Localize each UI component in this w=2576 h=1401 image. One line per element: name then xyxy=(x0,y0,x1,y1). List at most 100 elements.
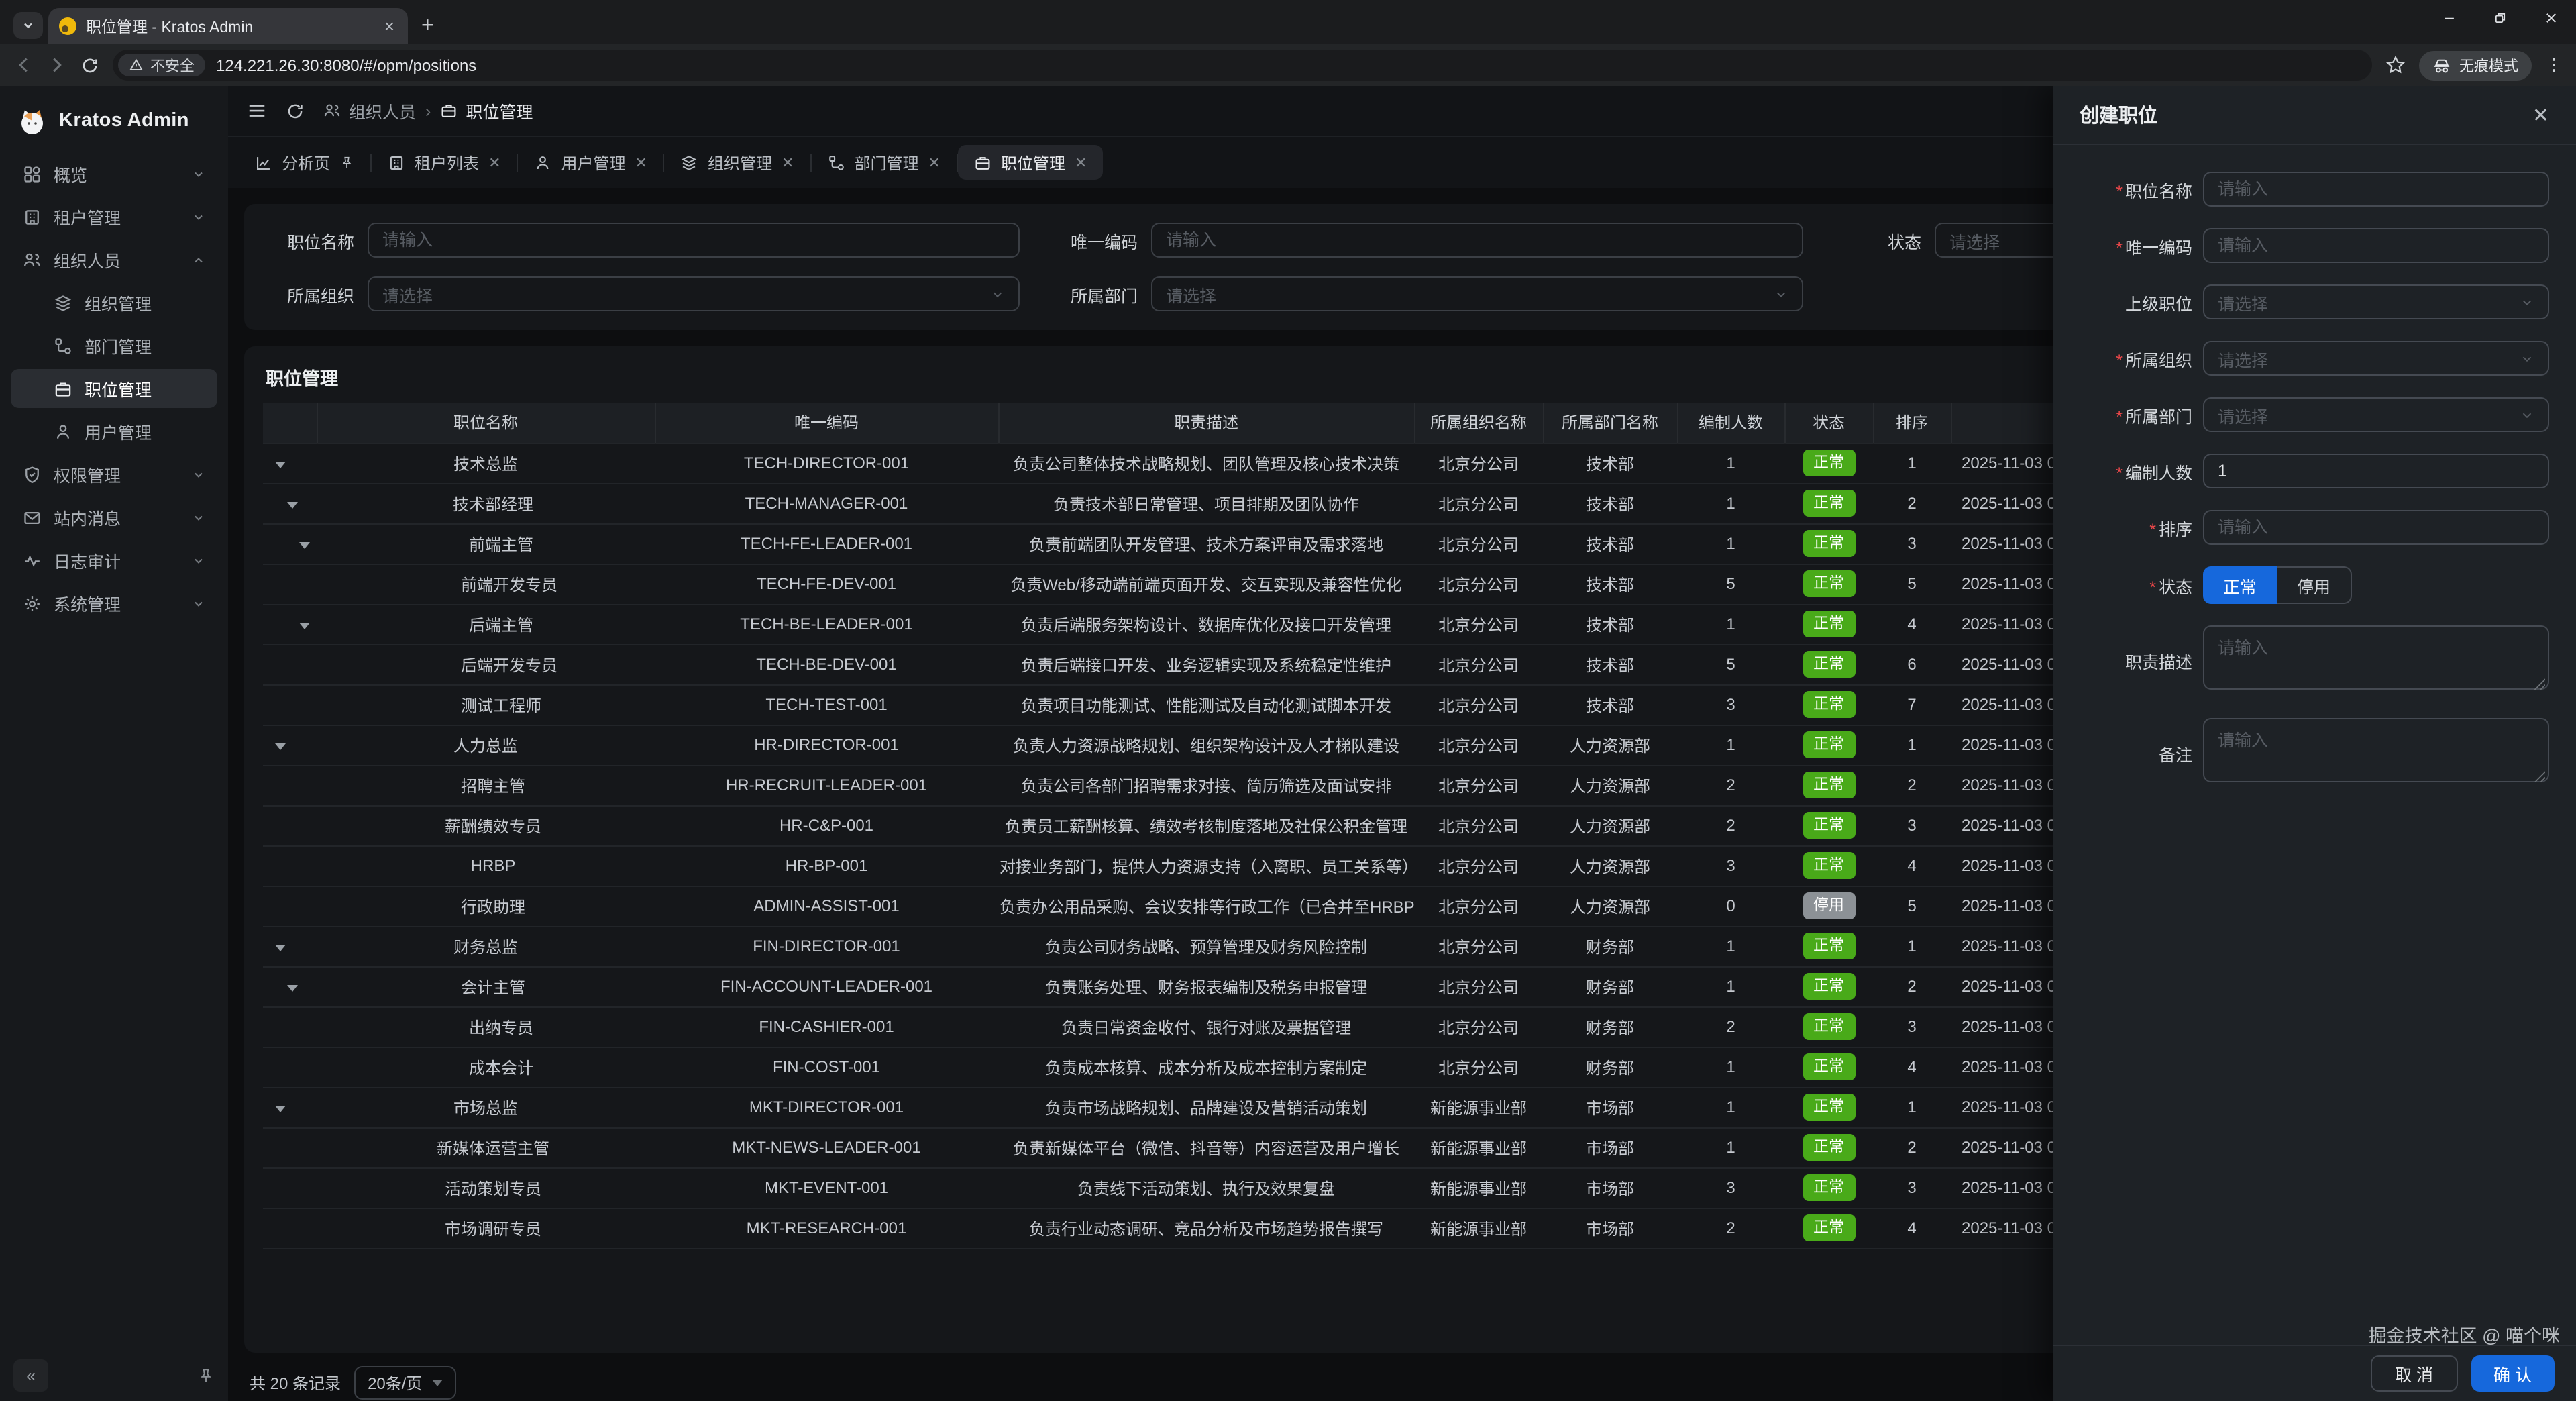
tab-close-icon[interactable]: × xyxy=(382,17,397,35)
table-row[interactable]: 活动策划专员 MKT-EVENT-001 负责线下活动策划、执行及效果复盘 新能… xyxy=(263,1168,2219,1208)
confirm-button[interactable]: 确 认 xyxy=(2471,1355,2555,1392)
table-row[interactable]: 出纳专员 FIN-CASHIER-001 负责日常资金收付、银行对账及票据管理 … xyxy=(263,1006,2219,1047)
sidebar-collapse-button[interactable]: « xyxy=(13,1359,48,1392)
table-row[interactable]: 前端主管 TECH-FE-LEADER-001 负责前端团队开发管理、技术方案评… xyxy=(263,523,2219,564)
window-controls xyxy=(2423,0,2576,35)
minimize-button[interactable] xyxy=(2423,0,2474,35)
position-name-input[interactable] xyxy=(368,223,1020,258)
table-row[interactable]: 市场调研专员 MKT-RESEARCH-001 负责行业动态调研、竞品分析及市场… xyxy=(263,1208,2219,1248)
required-mark: * xyxy=(2116,182,2123,201)
drawer-org-select[interactable]: 请选择 xyxy=(2203,341,2549,376)
remark-textarea[interactable] xyxy=(2203,718,2549,782)
restore-button[interactable] xyxy=(2474,0,2525,35)
expand-cell xyxy=(263,886,317,926)
tab-position-mgmt[interactable]: 职位管理 ✕ xyxy=(958,145,1103,180)
insecure-chip[interactable]: 不安全 xyxy=(118,54,205,76)
desc-cell: 负责后端接口开发、业务逻辑实现及系统稳定性维护 xyxy=(998,644,1414,684)
expand-icon[interactable] xyxy=(299,542,310,549)
browser-menu-icon[interactable] xyxy=(2545,56,2563,74)
minimize-icon xyxy=(2441,10,2456,25)
tab-close-icon[interactable]: ✕ xyxy=(488,154,500,171)
sidebar-item-permission[interactable]: 权限管理 xyxy=(11,455,217,494)
tab-close-icon[interactable]: ✕ xyxy=(635,154,647,171)
field-label: *唯一编码 xyxy=(2063,233,2192,258)
expand-icon[interactable] xyxy=(299,623,310,629)
expand-icon[interactable] xyxy=(287,502,298,509)
dept-select[interactable]: 请选择 xyxy=(1151,276,1803,311)
sidebar-item-messages[interactable]: 站内消息 xyxy=(11,498,217,537)
url-bar[interactable]: 不安全 124.221.26.30:8080/#/opm/positions xyxy=(113,50,2372,81)
expand-icon[interactable] xyxy=(275,743,286,750)
status-segmented: 正常 停用 xyxy=(2203,566,2352,604)
tab-close-icon[interactable]: ✕ xyxy=(1075,154,1087,171)
tab-close-icon[interactable]: ✕ xyxy=(928,154,940,171)
table-row[interactable]: 后端开发专员 TECH-BE-DEV-001 负责后端接口开发、业务逻辑实现及系… xyxy=(263,644,2219,684)
sidebar-item-position-mgmt[interactable]: 职位管理 xyxy=(11,369,217,408)
forward-icon[interactable] xyxy=(47,55,67,75)
pin-icon[interactable] xyxy=(197,1367,215,1384)
table-row[interactable]: 财务总监 FIN-DIRECTOR-001 负责公司财务战略、预算管理及财务风险… xyxy=(263,926,2219,966)
tab-user-mgmt[interactable]: 用户管理 ✕ xyxy=(519,145,663,180)
org-select[interactable]: 请选择 xyxy=(368,276,1020,311)
reload-icon[interactable] xyxy=(80,56,99,74)
table-row[interactable]: 后端主管 TECH-BE-LEADER-001 负责后端服务架构设计、数据库优化… xyxy=(263,604,2219,644)
drawer-close-icon[interactable]: ✕ xyxy=(2532,103,2549,127)
sidebar-item-user-mgmt[interactable]: 用户管理 xyxy=(11,412,217,451)
close-window-button[interactable] xyxy=(2525,0,2576,35)
drawer-code-input[interactable] xyxy=(2203,228,2549,263)
drawer-name-input[interactable] xyxy=(2203,172,2549,207)
table-row[interactable]: 新媒体运营主管 MKT-NEWS-LEADER-001 负责新媒体平台（微信、抖… xyxy=(263,1127,2219,1168)
dept-cell: 市场部 xyxy=(1543,1087,1677,1127)
expand-icon[interactable] xyxy=(275,945,286,951)
tab-dept-mgmt[interactable]: 部门管理 ✕ xyxy=(811,145,956,180)
sidebar-item-audit[interactable]: 日志审计 xyxy=(11,541,217,580)
tab-analysis[interactable]: 分析页 xyxy=(239,145,370,180)
table-row[interactable]: 招聘主管 HR-RECRUIT-LEADER-001 负责公司各部门招聘需求对接… xyxy=(263,765,2219,805)
count-cell: 2 xyxy=(1677,805,1784,845)
code-input[interactable] xyxy=(1151,223,1803,258)
table-row[interactable]: 技术部经理 TECH-MANAGER-001 负责技术部日常管理、项目排期及团队… xyxy=(263,483,2219,523)
table-row[interactable]: 市场总监 MKT-DIRECTOR-001 负责市场战略规划、品牌建设及营销活动… xyxy=(263,1087,2219,1127)
browser-tab[interactable]: 职位管理 - Kratos Admin × xyxy=(48,8,408,44)
table-row[interactable]: 技术总监 TECH-DIRECTOR-001 负责公司整体技术战略规划、团队管理… xyxy=(263,443,2219,483)
status-disabled-button[interactable]: 停用 xyxy=(2277,566,2352,604)
table-row[interactable]: 会计主管 FIN-ACCOUNT-LEADER-001 负责账务处理、财务报表编… xyxy=(263,966,2219,1006)
cancel-button[interactable]: 取 消 xyxy=(2371,1355,2457,1392)
desc-textarea[interactable] xyxy=(2203,625,2549,690)
sidebar-item-org-people[interactable]: 组织人员 xyxy=(11,240,217,279)
page-size-select[interactable]: 20条/页 xyxy=(354,1366,455,1400)
tab-tenant-list[interactable]: 租户列表 ✕ xyxy=(372,145,517,180)
table-row[interactable]: 人力总监 HR-DIRECTOR-001 负责人力资源战略规划、组织架构设计及人… xyxy=(263,725,2219,765)
back-icon[interactable] xyxy=(13,55,34,75)
table-row[interactable]: 成本会计 FIN-COST-001 负责成本核算、成本分析及成本控制方案制定 北… xyxy=(263,1047,2219,1087)
drawer-dept-select[interactable]: 请选择 xyxy=(2203,397,2549,432)
table-row[interactable]: HRBP HR-BP-001 对接业务部门，提供人力资源支持（入离职、员工关系等… xyxy=(263,845,2219,886)
expand-icon[interactable] xyxy=(287,985,298,992)
table-row[interactable]: 测试工程师 TECH-TEST-001 负责项目功能测试、性能测试及自动化测试脚… xyxy=(263,684,2219,725)
breadcrumb-parent[interactable]: 组织人员 xyxy=(323,98,416,123)
headcount-input[interactable] xyxy=(2203,454,2549,488)
hamburger-icon[interactable] xyxy=(247,101,267,121)
sort-input[interactable] xyxy=(2203,510,2549,545)
sidebar-item-overview[interactable]: 概览 xyxy=(11,154,217,193)
table-row[interactable]: 行政助理 ADMIN-ASSIST-001 负责办公用品采购、会议安排等行政工作… xyxy=(263,886,2219,926)
table-row[interactable]: 前端开发专员 TECH-FE-DEV-001 负责Web/移动端前端页面开发、交… xyxy=(263,564,2219,604)
tab-org-mgmt[interactable]: 组织管理 ✕ xyxy=(665,145,810,180)
sidebar-item-system[interactable]: 系统管理 xyxy=(11,584,217,623)
tab-close-icon[interactable]: ✕ xyxy=(782,154,794,171)
insecure-label: 不安全 xyxy=(150,54,195,76)
sidebar-item-dept-mgmt[interactable]: 部门管理 xyxy=(11,326,217,365)
refresh-icon[interactable] xyxy=(286,101,305,120)
cat-logo-icon xyxy=(16,105,48,137)
tab-search-button[interactable] xyxy=(13,12,43,39)
expand-icon[interactable] xyxy=(275,462,286,468)
expand-icon[interactable] xyxy=(275,1106,286,1112)
pin-icon[interactable] xyxy=(339,155,354,170)
sidebar-item-org-mgmt[interactable]: 组织管理 xyxy=(11,283,217,322)
sidebar-item-tenant[interactable]: 租户管理 xyxy=(11,197,217,236)
parent-position-select[interactable]: 请选择 xyxy=(2203,284,2549,319)
new-tab-button[interactable]: + xyxy=(408,15,447,44)
status-normal-button[interactable]: 正常 xyxy=(2203,566,2277,604)
bookmark-star-icon[interactable] xyxy=(2385,55,2406,75)
table-row[interactable]: 薪酬绩效专员 HR-C&P-001 负责员工薪酬核算、绩效考核制度落地及社保公积… xyxy=(263,805,2219,845)
